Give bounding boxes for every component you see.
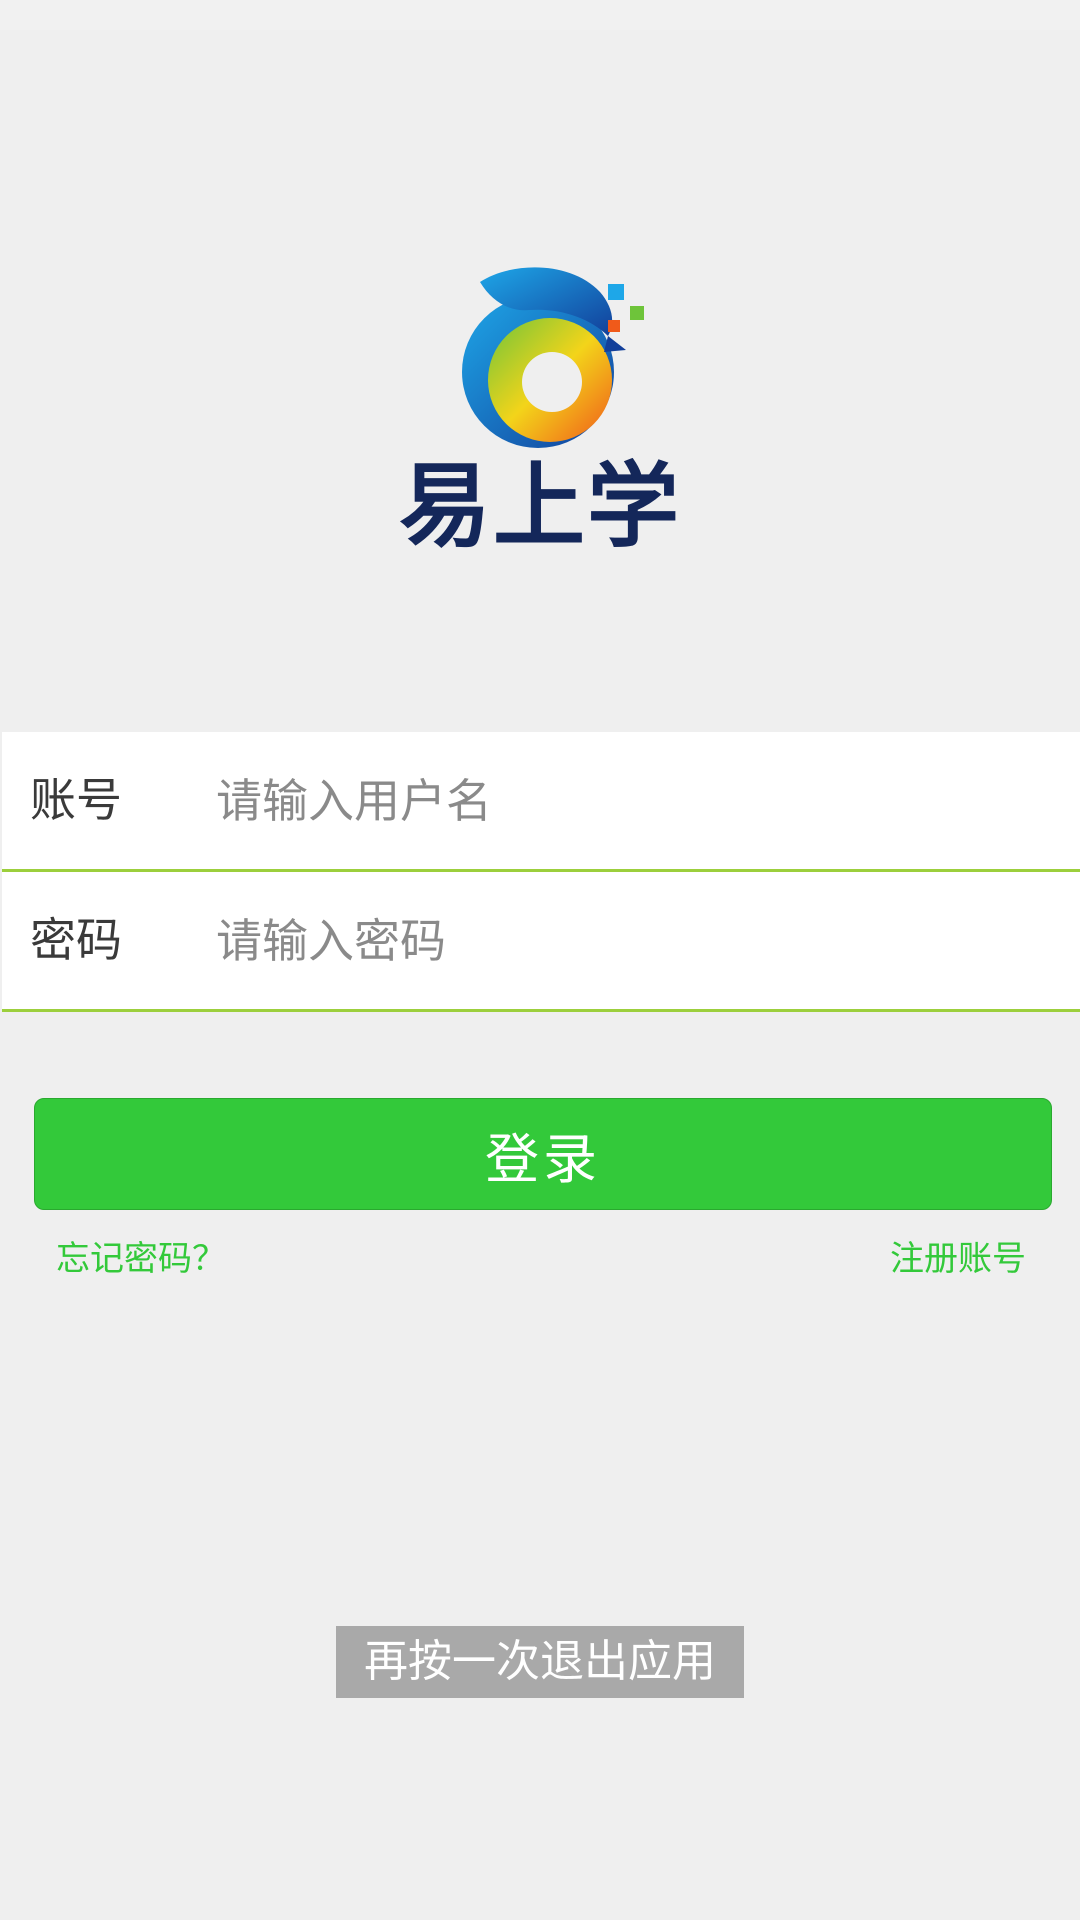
password-label: 密码 (30, 913, 122, 967)
forgot-password-link[interactable]: 忘记密码？ (56, 1235, 226, 1283)
app-name: 易上学 (398, 453, 681, 560)
login-form: 账号 密码 (2, 732, 1080, 1012)
exit-toast: 再按一次退出应用 (336, 1626, 744, 1698)
password-input[interactable] (216, 872, 1056, 1009)
username-label: 账号 (30, 773, 122, 827)
login-button[interactable]: 登录 (34, 1098, 1052, 1210)
dolphin-logo-icon (462, 267, 644, 448)
register-account-link[interactable]: 注册账号 (890, 1235, 1026, 1283)
password-row: 密码 (2, 872, 1080, 1012)
username-row: 账号 (2, 732, 1080, 872)
username-input[interactable] (216, 732, 1056, 869)
app-logo: 易上学 (380, 262, 700, 562)
status-bar (0, 0, 1080, 30)
